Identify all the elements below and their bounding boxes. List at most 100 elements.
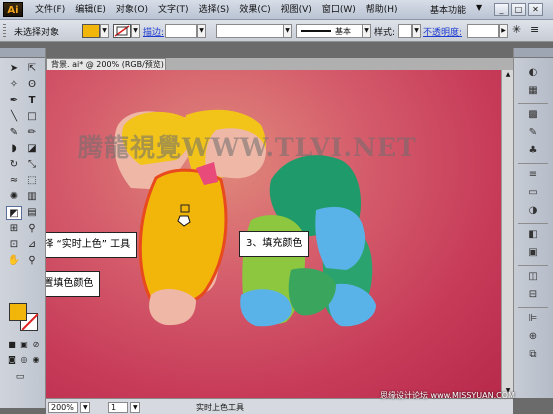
tools-panel-header[interactable] — [0, 48, 45, 58]
control-panel-menu-icon[interactable]: ≡ — [530, 23, 539, 36]
menu-items: 文件(F) 编辑(E) 对象(O) 文字(T) 选择(S) 效果(C) 视图(V… — [30, 4, 403, 17]
fill-color-swatch[interactable] — [82, 24, 100, 38]
mesh-tool-icon[interactable]: ⊞ — [6, 222, 22, 236]
elephant-leg-shape — [149, 288, 196, 326]
document-tab[interactable]: 背景. ai* @ 200% (RGB/预览) — [46, 58, 166, 70]
graphic-style-swatch[interactable] — [398, 24, 412, 38]
status-tool-name: 实时上色工具 — [196, 403, 244, 412]
direct-selection-tool-icon[interactable]: ⇱ — [24, 62, 40, 76]
line-tool-icon[interactable]: ╲ — [6, 110, 22, 124]
style-dropdown-icon[interactable]: ▼ — [412, 24, 421, 38]
free-transform-tool-icon[interactable]: ⬚ — [24, 174, 40, 188]
hand-tool-icon[interactable]: ✋ — [6, 254, 22, 268]
selection-tool-icon[interactable]: ➤ — [6, 62, 22, 76]
menu-object[interactable]: 对象(O) — [111, 4, 153, 17]
stroke-weight-input[interactable] — [165, 24, 197, 38]
draw-inside-icon[interactable]: ◉ — [28, 353, 44, 367]
menu-window[interactable]: 窗口(W) — [317, 4, 361, 17]
restore-button[interactable]: □ — [511, 3, 526, 16]
profile-dropdown-icon[interactable]: ▼ — [283, 24, 292, 38]
artboard-tool-icon[interactable]: ⊡ — [6, 238, 22, 252]
scale-tool-icon[interactable]: ⤡ — [24, 158, 40, 172]
stroke-weight-dropdown-icon[interactable]: ▼ — [197, 24, 206, 38]
eraser-tool-icon[interactable]: ◪ — [24, 142, 40, 156]
color-guide-icon[interactable]: ▦ — [524, 84, 542, 98]
blob-brush-tool-icon[interactable]: ◗ — [6, 142, 22, 156]
screen-mode-icon[interactable]: ▭ — [12, 370, 28, 384]
menu-help[interactable]: 帮助(H) — [361, 4, 403, 17]
graph-tool-icon[interactable]: ▥ — [24, 190, 40, 204]
zoom-tool-icon[interactable]: ⚲ — [24, 254, 40, 268]
swatches-icon[interactable]: ▩ — [524, 108, 542, 122]
menu-bar: Ai 文件(F) 编辑(E) 对象(O) 文字(T) 选择(S) 效果(C) 视… — [0, 0, 553, 20]
layers-icon[interactable]: ◫ — [524, 270, 542, 284]
watermark-text: 腾龍視覺WWW.TLVI.NET — [78, 133, 417, 162]
panel-dock-header[interactable] — [514, 48, 553, 58]
appearance-icon[interactable]: ◧ — [524, 228, 542, 242]
site-watermark: 思缘设计论坛 www.MISSYUAN.COM — [380, 391, 515, 400]
control-bar: 未选择对象 ▼ ▼ 描边: ▼ ▼ 基本 ▼ 样式: ▼ 不透明度: ▶ ✳ ≡ — [0, 20, 553, 42]
opacity-label-link[interactable]: 不透明度: — [423, 25, 462, 38]
workspace-switcher[interactable]: 基本功能 — [430, 3, 466, 16]
transform-icon[interactable]: ⊕ — [524, 330, 542, 344]
symbols-icon[interactable]: ♣ — [524, 144, 542, 158]
fill-dropdown-icon[interactable]: ▼ — [100, 24, 109, 38]
artboards-icon[interactable]: ⊟ — [524, 288, 542, 302]
pencil-tool-icon[interactable]: ✏ — [24, 126, 40, 140]
fill-color-swatch-large[interactable] — [9, 303, 27, 321]
transparency-icon[interactable]: ◑ — [524, 204, 542, 218]
brush-dropdown-icon[interactable]: ▼ — [362, 24, 371, 38]
gradient-panel-icon[interactable]: ▭ — [524, 186, 542, 200]
gradient-tool-icon[interactable]: ▤ — [24, 206, 40, 220]
zoom-level-input[interactable]: 200% — [48, 402, 78, 413]
step2-callout: 2、设置填色颜色 — [46, 271, 101, 297]
graphic-styles-icon[interactable]: ▣ — [524, 246, 542, 260]
rectangle-tool-icon[interactable]: □ — [24, 110, 40, 124]
warp-tool-icon[interactable]: ≈ — [6, 174, 22, 188]
menu-type[interactable]: 文字(T) — [153, 4, 194, 17]
opacity-dropdown-icon[interactable]: ▶ — [499, 24, 508, 38]
opacity-input[interactable] — [467, 24, 499, 38]
zoom-dropdown-icon[interactable]: ▼ — [80, 402, 90, 413]
slice-tool-icon[interactable]: ⊿ — [24, 238, 40, 252]
artboard-canvas[interactable]: 腾龍視覺WWW.TLVI.NET 1、选择 “实时上色” 工具 2、设置填色颜色… — [46, 70, 501, 398]
color-panel-icon[interactable]: ◐ — [524, 66, 542, 80]
pathfinder-icon[interactable]: ⧉ — [524, 348, 542, 362]
type-tool-icon[interactable]: T — [24, 94, 40, 108]
document-setup-icon[interactable]: ✳ — [512, 23, 521, 36]
menu-file[interactable]: 文件(F) — [30, 4, 70, 17]
close-button[interactable]: ✕ — [528, 3, 543, 16]
eyedropper-tool-icon[interactable]: ⚲ — [24, 222, 40, 236]
minimize-button[interactable]: _ — [494, 3, 509, 16]
dock-separator — [518, 103, 548, 104]
vertical-scrollbar[interactable]: ▲ ▼ — [501, 70, 513, 398]
artboard-number-input[interactable]: 1 — [108, 402, 128, 413]
menu-effect[interactable]: 效果(C) — [234, 4, 275, 17]
stroke-dropdown-icon[interactable]: ▼ — [131, 24, 140, 38]
menu-select[interactable]: 选择(S) — [194, 4, 235, 17]
rotate-tool-icon[interactable]: ↻ — [6, 158, 22, 172]
stroke-color-swatch[interactable] — [113, 24, 131, 38]
stroke-label-link[interactable]: 描边: — [143, 25, 164, 38]
paintbrush-tool-icon[interactable]: ✎ — [6, 126, 22, 140]
lasso-tool-icon[interactable]: ʘ — [24, 78, 40, 92]
workspace-dropdown-icon[interactable]: ▼ — [476, 3, 482, 12]
align-icon[interactable]: ⊫ — [524, 312, 542, 326]
live-paint-bucket-tool-icon[interactable]: ◩ — [6, 206, 22, 220]
artboard-dropdown-icon[interactable]: ▼ — [130, 402, 140, 413]
magic-wand-tool-icon[interactable]: ✧ — [6, 78, 22, 92]
menu-edit[interactable]: 编辑(E) — [70, 4, 111, 17]
control-bar-grip[interactable] — [3, 24, 6, 38]
brush-definition[interactable]: 基本 — [296, 24, 364, 38]
dock-separator — [518, 163, 548, 164]
scroll-up-icon[interactable]: ▲ — [503, 70, 513, 80]
brushes-icon[interactable]: ✎ — [524, 126, 542, 140]
none-mode-icon[interactable]: ⊘ — [28, 338, 44, 352]
tools-panel: ➤ ⇱ ✧ ʘ ✒ T ╲ □ ✎ ✏ ◗ ◪ ↻ ⤡ ≈ ⬚ ✺ ▥ ◩ ▤ … — [0, 48, 46, 408]
stroke-panel-icon[interactable]: ≡ — [524, 168, 542, 182]
pen-tool-icon[interactable]: ✒ — [6, 94, 22, 108]
menu-view[interactable]: 视图(V) — [276, 4, 317, 17]
variable-width-profile[interactable] — [216, 24, 292, 38]
symbol-sprayer-tool-icon[interactable]: ✺ — [6, 190, 22, 204]
step1-callout: 1、选择 “实时上色” 工具 — [46, 232, 138, 258]
